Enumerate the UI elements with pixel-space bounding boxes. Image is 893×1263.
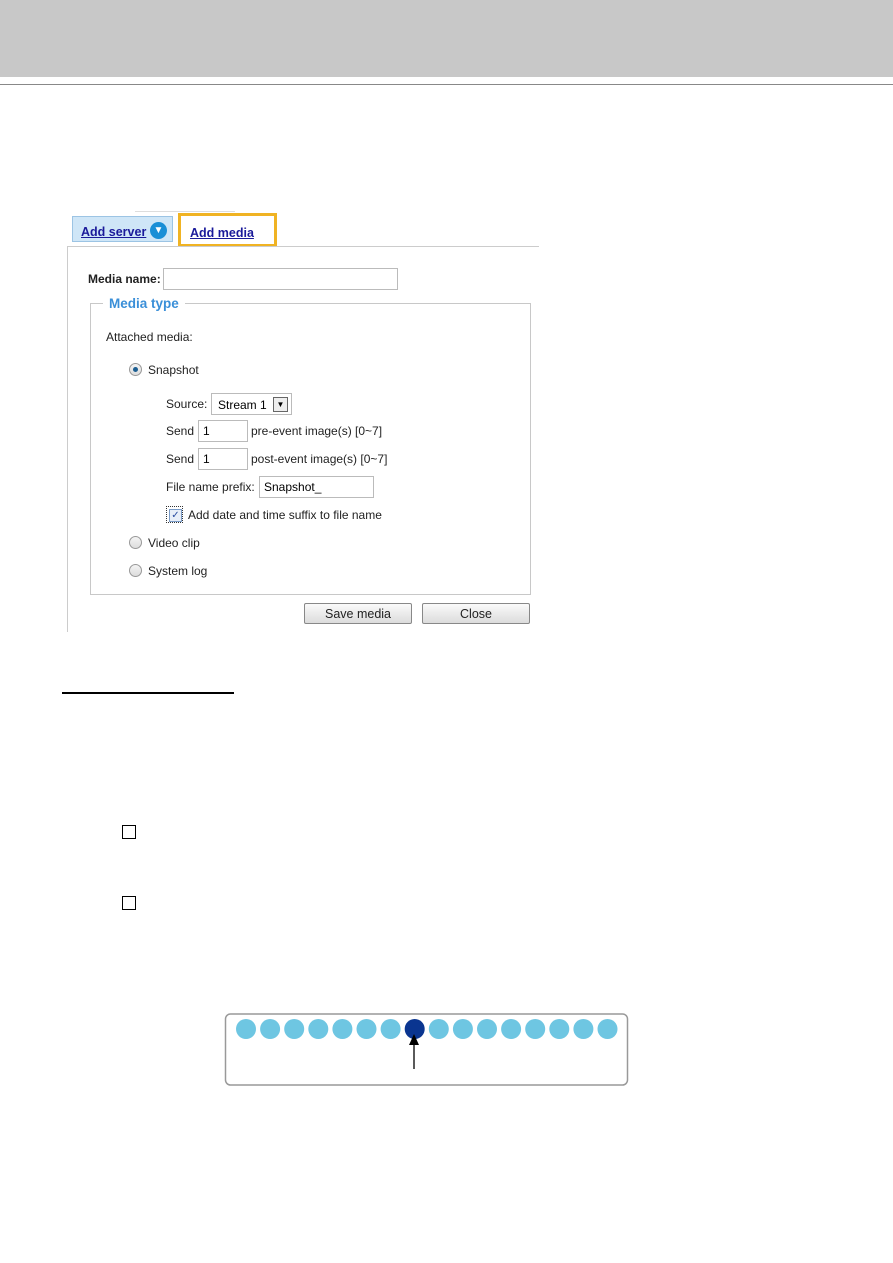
- buffer-image-dot: [236, 1019, 256, 1039]
- save-media-button[interactable]: Save media: [304, 603, 412, 624]
- snapshot-label: Snapshot: [148, 363, 199, 377]
- buffer-image-dot: [573, 1019, 594, 1039]
- post-event-label: post-event image(s) [0~7]: [251, 452, 388, 466]
- file-prefix-input[interactable]: [259, 476, 374, 498]
- system-log-label: System log: [148, 564, 208, 578]
- file-prefix-label: File name prefix:: [166, 480, 255, 494]
- header-divider: [0, 84, 893, 85]
- buffer-image-dot: [428, 1019, 449, 1039]
- tab-divider: [135, 211, 235, 212]
- send-label: Send: [166, 424, 195, 438]
- buffer-image-dot: [549, 1019, 570, 1039]
- buffer-image-dot: [597, 1019, 618, 1039]
- add-media-link[interactable]: Add media: [190, 226, 254, 240]
- panel-border: [67, 246, 68, 632]
- source-label: Source:: [166, 397, 208, 411]
- buffer-image-dot: [477, 1019, 497, 1039]
- media-name-input[interactable]: [163, 268, 398, 290]
- bullet-box: [122, 825, 136, 839]
- pre-event-label: pre-event image(s) [0~7]: [251, 424, 383, 438]
- buffer-image-dot: [356, 1019, 377, 1039]
- buffer-image-dot: [501, 1019, 522, 1039]
- buffer-image-dot: [380, 1019, 401, 1039]
- video-clip-label: Video clip: [148, 536, 200, 550]
- media-type-legend: Media type: [109, 296, 179, 311]
- suffix-checkbox[interactable]: ✓: [166, 506, 183, 523]
- close-button[interactable]: Close: [422, 603, 530, 624]
- snapshot-radio[interactable]: [129, 363, 142, 376]
- tab-add-server[interactable]: Add server ▼: [72, 216, 173, 242]
- add-server-link[interactable]: Add server: [81, 225, 146, 239]
- image-buffer-diagram: [224, 1013, 629, 1086]
- tab-baseline: [67, 246, 539, 247]
- section-underline: [62, 692, 234, 694]
- post-event-input[interactable]: [198, 448, 248, 470]
- media-name-label: Media name:: [88, 272, 161, 286]
- system-log-radio[interactable]: [129, 564, 142, 577]
- buffer-image-dot: [452, 1019, 473, 1039]
- dropdown-arrow-icon[interactable]: ▼: [273, 397, 288, 412]
- suffix-label: Add date and time suffix to file name: [188, 508, 382, 522]
- buffer-image-dot: [284, 1019, 305, 1039]
- chevron-down-circle-icon[interactable]: ▼: [150, 222, 167, 239]
- buffer-image-dot: [260, 1019, 281, 1039]
- checkmark-icon: ✓: [169, 509, 182, 522]
- buffer-image-dot: [525, 1019, 546, 1039]
- pre-event-input[interactable]: [198, 420, 248, 442]
- bullet-box: [122, 896, 136, 910]
- tab-add-media[interactable]: Add media: [178, 213, 277, 247]
- send-label: Send: [166, 452, 195, 466]
- attached-media-label: Attached media:: [106, 330, 193, 344]
- buffer-image-dot: [332, 1019, 353, 1039]
- source-value: Stream 1: [218, 398, 267, 412]
- video-clip-radio[interactable]: [129, 536, 142, 549]
- page-header-band: [0, 0, 893, 77]
- buffer-image-dot: [308, 1019, 329, 1039]
- source-select[interactable]: Stream 1 ▼: [211, 393, 292, 415]
